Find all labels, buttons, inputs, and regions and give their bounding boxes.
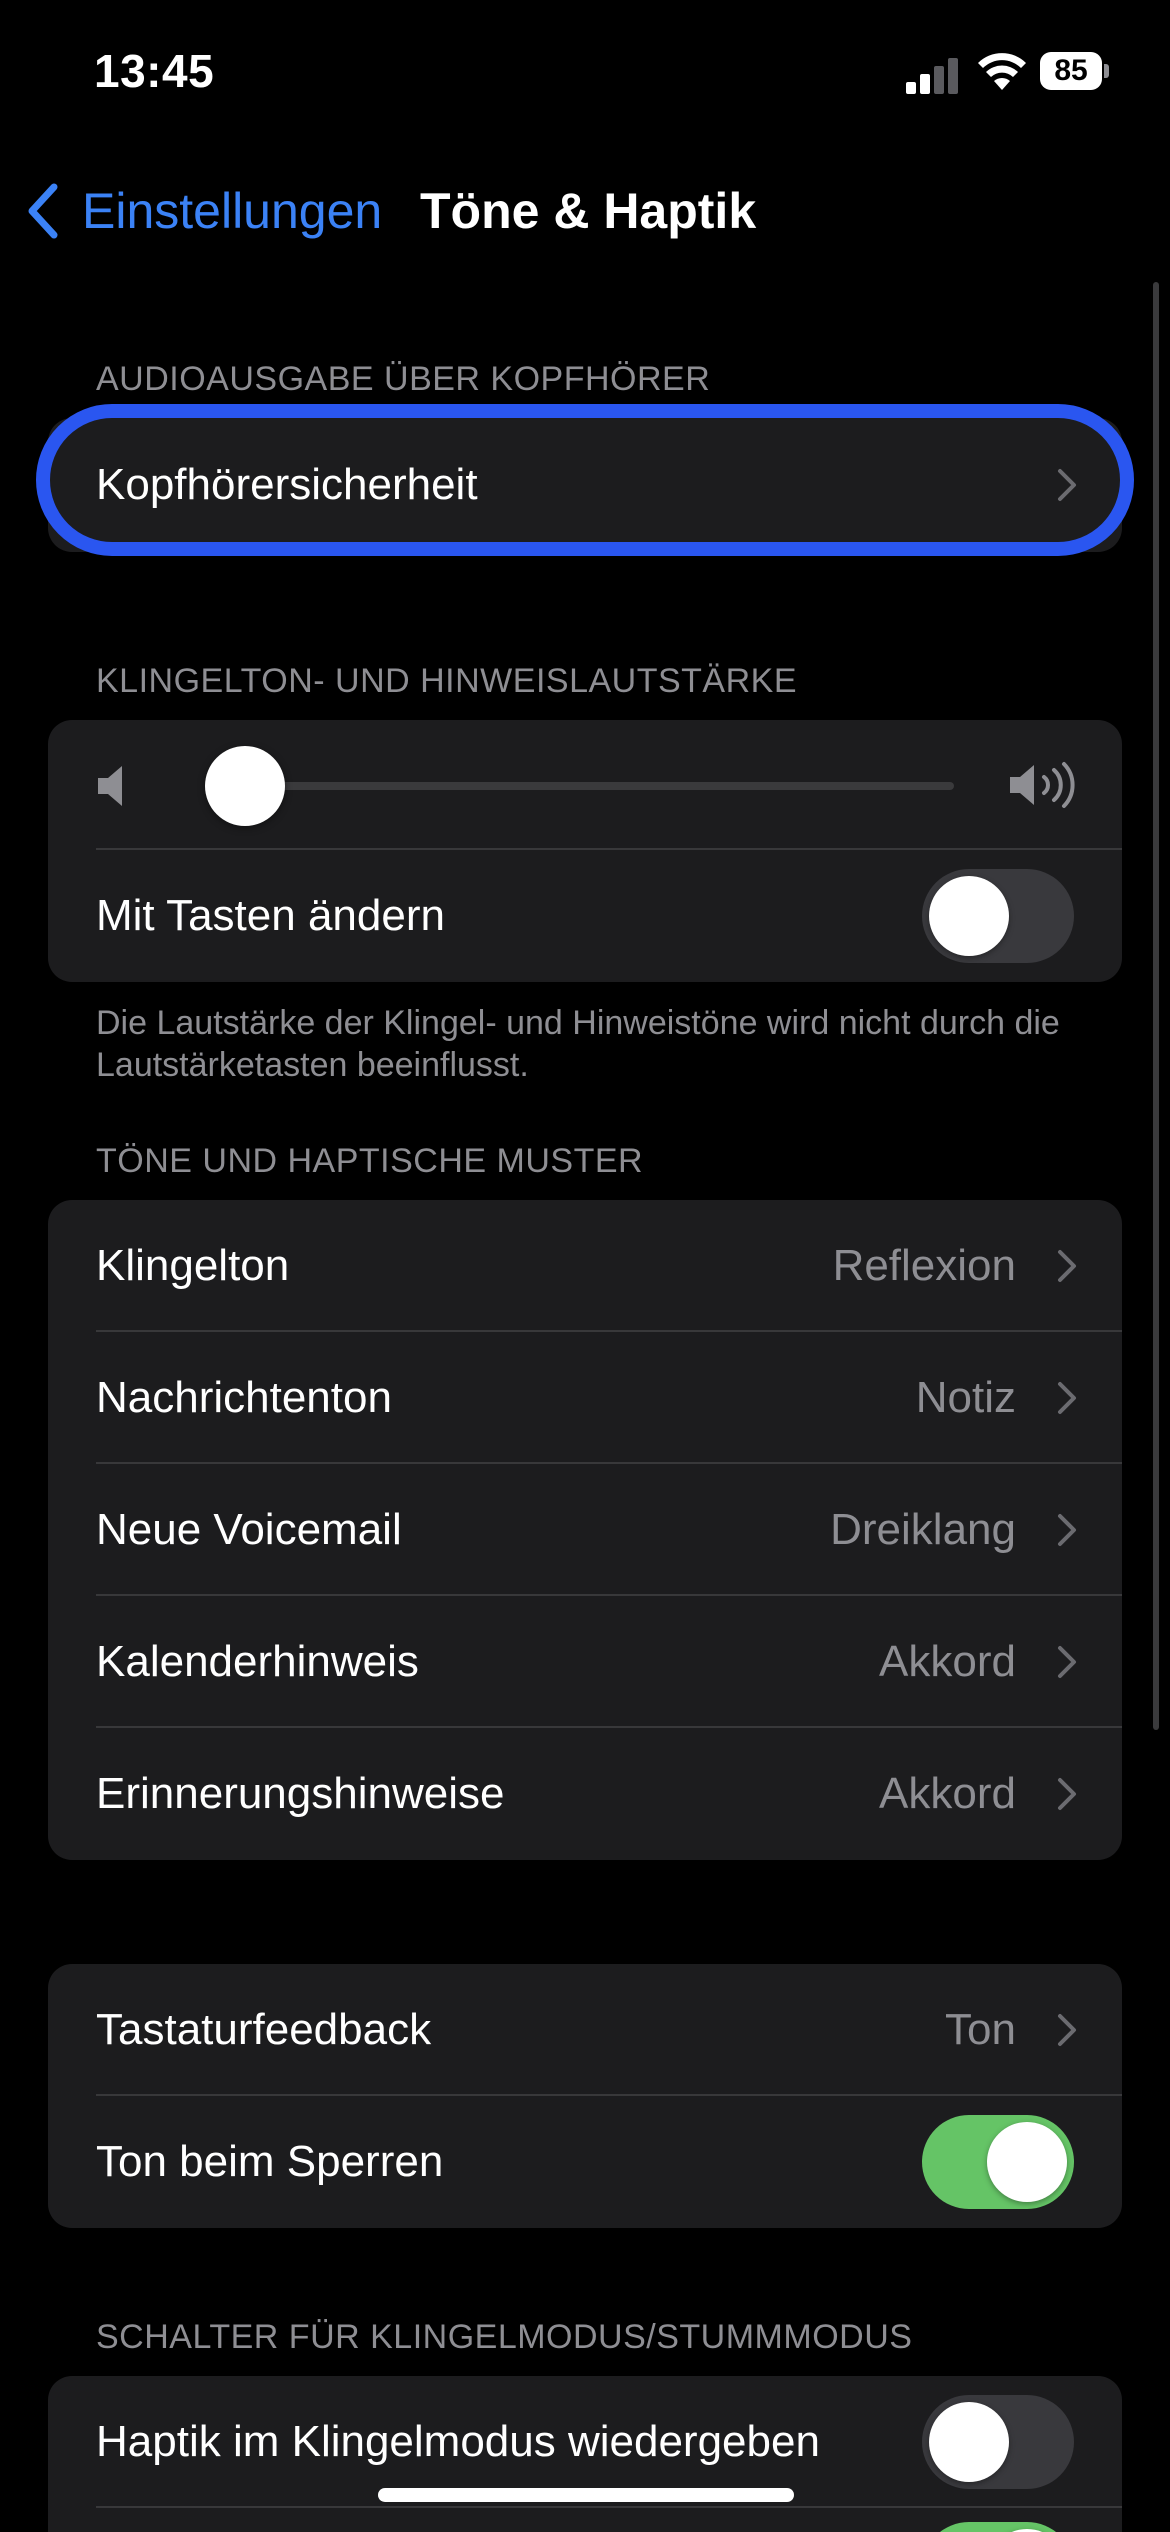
row-label: Klingelton — [96, 1241, 290, 1290]
chevron-right-icon — [1058, 469, 1076, 501]
lock-sound-toggle[interactable] — [922, 2115, 1074, 2209]
row-label: Erinnerungshinweise — [96, 1769, 505, 1818]
section-header-headphone: AUDIOAUSGABE ÜBER KOPFHÖRER — [96, 360, 711, 398]
speaker-high-icon — [1010, 762, 1075, 808]
signal-bar — [920, 74, 930, 94]
status-bar: 13:45 85 — [0, 0, 1170, 140]
home-indicator[interactable] — [378, 2488, 794, 2502]
section-header-switch: SCHALTER FÜR KLINGELMODUS/STUMMMODUS — [96, 2318, 913, 2356]
signal-bar — [906, 82, 916, 94]
row-label: Kopfhörersicherheit — [96, 460, 478, 509]
toggle-knob — [929, 876, 1009, 956]
chevron-right-icon — [1058, 1778, 1076, 1810]
row-value: Dreiklang — [830, 1505, 1016, 1554]
row-value: Akkord — [879, 1637, 1016, 1686]
group-feedback: Tastaturfeedback Ton Ton beim Sperren — [48, 1964, 1122, 2228]
chevron-right-icon — [1058, 2014, 1076, 2046]
change-with-buttons-toggle[interactable] — [922, 869, 1074, 963]
row-label: Ton beim Sperren — [96, 2137, 444, 2186]
settings-screen: 13:45 85 Einstellungen Töne & Haptik AUD… — [0, 0, 1170, 2532]
row-calendar-alert[interactable]: Kalenderhinweis Akkord — [48, 1596, 1122, 1728]
chevron-right-icon — [1058, 1646, 1076, 1678]
cellular-signal-icon — [906, 56, 960, 94]
row-change-with-buttons: Mit Tasten ändern — [48, 850, 1122, 982]
row-value: Ton — [945, 2005, 1016, 2054]
next-row-toggle[interactable] — [922, 2522, 1074, 2532]
row-new-voicemail[interactable]: Neue Voicemail Dreiklang — [48, 1464, 1122, 1596]
chevron-left-icon — [28, 183, 58, 239]
navigation-bar: Einstellungen Töne & Haptik — [0, 160, 1170, 260]
section-header-tones: TÖNE UND HAPTISCHE MUSTER — [96, 1142, 644, 1180]
toggle-knob — [929, 2402, 1009, 2482]
volume-slider-thumb[interactable] — [205, 746, 286, 826]
chevron-right-icon — [1058, 1250, 1076, 1282]
row-message-tone[interactable]: Nachrichtenton Notiz — [48, 1332, 1122, 1464]
haptic-ring-mode-toggle[interactable] — [922, 2395, 1074, 2489]
group-switch: Haptik im Klingelmodus wiedergeben — [48, 2376, 1122, 2532]
battery-icon: 85 — [1040, 52, 1109, 92]
signal-bar — [948, 58, 958, 94]
signal-bar — [934, 66, 944, 94]
row-label: Nachrichtenton — [96, 1373, 392, 1422]
group-headphone: Kopfhörersicherheit — [48, 418, 1122, 552]
page-title: Töne & Haptik — [420, 183, 757, 239]
volume-slider-row — [48, 720, 1122, 850]
speaker-low-icon — [98, 766, 122, 806]
row-label: Kalenderhinweis — [96, 1637, 419, 1686]
row-label: Tastaturfeedback — [96, 2005, 432, 2054]
section-header-volume: KLINGELTON- UND HINWEISLAUTSTÄRKE — [96, 662, 798, 700]
wifi-icon — [978, 53, 1026, 90]
toggle-knob — [987, 2122, 1067, 2202]
scroll-indicator[interactable] — [1153, 282, 1159, 1730]
row-label: Haptik im Klingelmodus wiedergeben — [96, 2417, 820, 2466]
row-value: Akkord — [879, 1769, 1016, 1818]
chevron-right-icon — [1058, 1514, 1076, 1546]
row-label: Neue Voicemail — [96, 1505, 402, 1554]
chevron-right-icon — [1058, 1382, 1076, 1414]
row-reminder-alerts[interactable]: Erinnerungshinweise Akkord — [48, 1728, 1122, 1860]
group-tones: Klingelton Reflexion Nachrichtenton Noti… — [48, 1200, 1122, 1860]
row-next-partial — [48, 2508, 1122, 2532]
row-lock-sound: Ton beim Sperren — [48, 2096, 1122, 2228]
battery-cap — [1104, 64, 1109, 78]
row-value: Reflexion — [832, 1241, 1016, 1290]
row-keyboard-feedback[interactable]: Tastaturfeedback Ton — [48, 1964, 1122, 2096]
volume-slider-track[interactable] — [208, 782, 954, 790]
row-label: Mit Tasten ändern — [96, 891, 445, 940]
status-time: 13:45 — [94, 45, 215, 97]
row-ringtone[interactable]: Klingelton Reflexion — [48, 1200, 1122, 1332]
row-value: Notiz — [915, 1373, 1016, 1422]
group-volume: Mit Tasten ändern — [48, 720, 1122, 982]
battery-level: 85 — [1040, 52, 1102, 90]
row-headphone-safety[interactable]: Kopfhörersicherheit — [48, 418, 1122, 552]
back-button-label: Einstellungen — [82, 183, 383, 239]
back-button[interactable]: Einstellungen — [24, 176, 382, 246]
volume-footer-note: Die Lautstärke der Klingel- und Hinweist… — [96, 1004, 1060, 1084]
